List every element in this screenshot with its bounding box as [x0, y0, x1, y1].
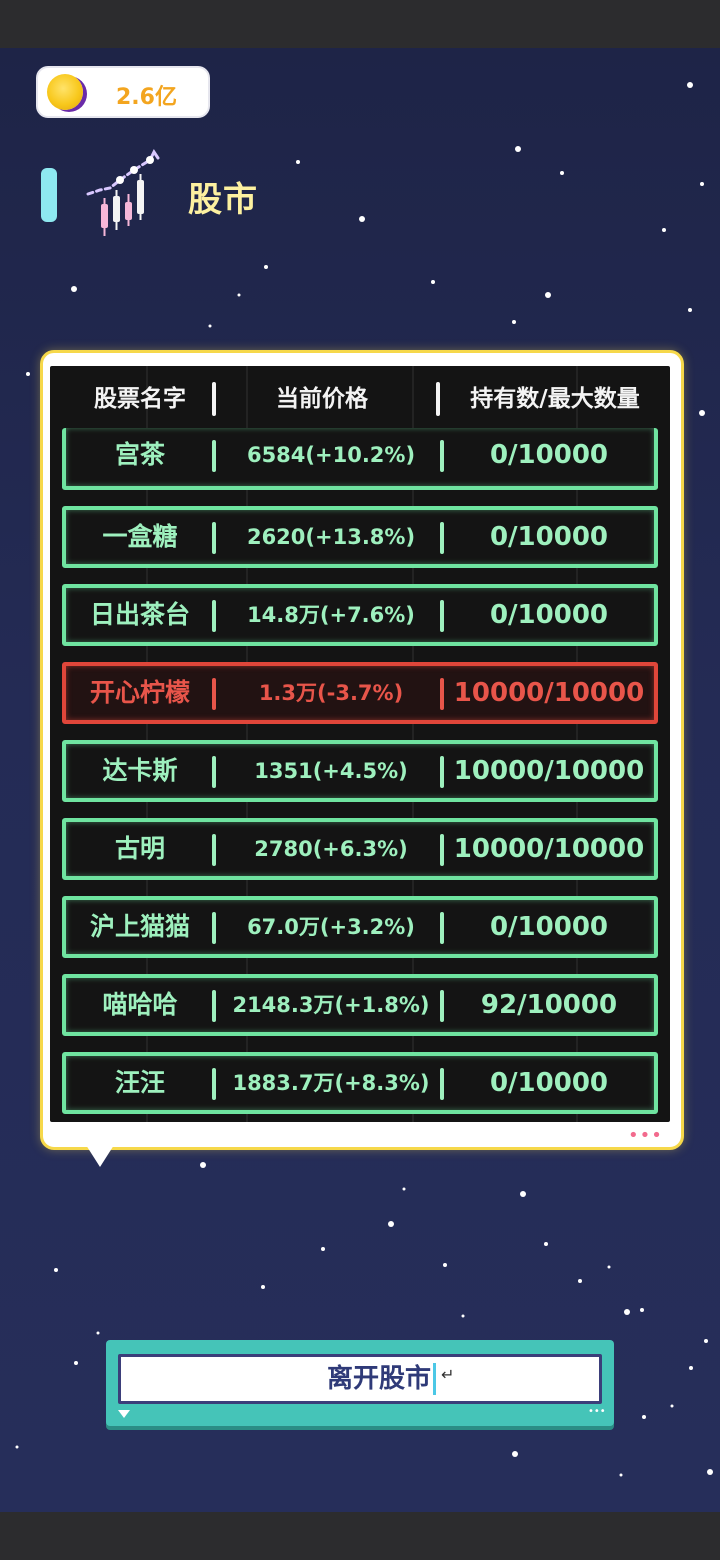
- header-separator: [436, 382, 440, 416]
- leave-market-button[interactable]: 离开股市 ↵: [118, 1354, 602, 1404]
- stock-name: 开心柠檬: [89, 678, 190, 707]
- stock-name: 一盒糖: [102, 522, 178, 551]
- cell-separator: [212, 1068, 216, 1100]
- stock-price: 1.3万(-3.7%): [258, 681, 404, 705]
- stock-name: 沪上猫猫: [89, 912, 190, 941]
- stock-holding: 0/10000: [489, 1068, 609, 1098]
- cell-separator: [212, 440, 216, 472]
- stock-row[interactable]: 汪汪 1883.7万(+8.3%) 0/10000: [62, 1052, 658, 1114]
- cell-separator: [212, 678, 216, 710]
- stock-row[interactable]: 沪上猫猫 67.0万(+3.2%) 0/10000: [62, 896, 658, 958]
- stock-holding: 0/10000: [489, 440, 609, 470]
- stock-row[interactable]: 日出茶台 14.8万(+7.6%) 0/10000: [62, 584, 658, 646]
- stock-price: 14.8万(+7.6%): [247, 603, 415, 627]
- stock-price: 67.0万(+3.2%): [247, 915, 415, 939]
- coin-balance-value: 2.6亿: [116, 85, 177, 110]
- stock-row[interactable]: 喵哈哈 2148.3万(+1.8%) 92/10000: [62, 974, 658, 1036]
- cell-separator: [212, 756, 216, 788]
- stock-price: 1883.7万(+8.3%): [232, 1071, 430, 1095]
- button-dots-icon: •••: [588, 1406, 606, 1417]
- enter-icon: ↵: [441, 1365, 455, 1384]
- cell-separator: [212, 834, 216, 866]
- stock-row[interactable]: 宫茶 6584(+10.2%) 0/10000: [62, 428, 658, 490]
- stock-row[interactable]: 达卡斯 1351(+4.5%) 10000/10000: [62, 740, 658, 802]
- cell-separator: [212, 600, 216, 632]
- stock-holding: 0/10000: [489, 912, 609, 942]
- stock-table: 股票名字 当前价格 持有数/最大数量 宫茶 6584(+10.2%) 0/10000…: [50, 366, 670, 1122]
- button-notch: [118, 1410, 130, 1418]
- stock-holding: 10000/10000: [453, 678, 645, 708]
- stock-price: 2148.3万(+1.8%): [232, 993, 430, 1017]
- stock-holding: 0/10000: [489, 522, 609, 552]
- header-separator: [212, 382, 216, 416]
- stock-price: 6584(+10.2%): [246, 443, 416, 467]
- stock-name: 喵哈哈: [102, 990, 178, 1019]
- panel-speech-tail: [86, 1145, 114, 1167]
- stock-holding: 10000/10000: [453, 834, 645, 864]
- stock-name: 汪汪: [114, 1068, 165, 1097]
- stock-row[interactable]: 开心柠檬 1.3万(-3.7%) 10000/10000: [62, 662, 658, 724]
- stock-price: 1351(+4.5%): [254, 759, 408, 783]
- stock-name: 达卡斯: [102, 756, 178, 785]
- stock-name: 宫茶: [114, 440, 165, 469]
- leave-button-frame: 离开股市 ↵ •••: [106, 1340, 614, 1426]
- column-header-holding: 持有数/最大数量: [470, 386, 640, 412]
- table-header: 股票名字 当前价格 持有数/最大数量: [50, 378, 670, 420]
- column-header-name: 股票名字: [94, 386, 186, 412]
- stock-price: 2620(+13.8%): [246, 525, 416, 549]
- stock-price: 2780(+6.3%): [254, 837, 408, 861]
- stock-name: 古明: [114, 834, 165, 863]
- stock-name: 日出茶台: [89, 600, 190, 629]
- candlestick-chart-icon: [86, 149, 160, 236]
- cell-separator: [212, 522, 216, 554]
- stock-row[interactable]: 古明 2780(+6.3%) 10000/10000: [62, 818, 658, 880]
- cell-separator: [212, 990, 216, 1022]
- title-accent-bar: [41, 168, 57, 222]
- cell-separator: [212, 912, 216, 944]
- stock-row[interactable]: 一盒糖 2620(+13.8%) 0/10000: [62, 506, 658, 568]
- leave-button-label: 离开股市: [326, 1364, 431, 1394]
- column-header-price: 当前价格: [276, 386, 368, 412]
- stock-holding: 10000/10000: [453, 756, 645, 786]
- gold-coin-icon: [47, 74, 83, 110]
- text-caret: [433, 1363, 436, 1395]
- stock-holding: 0/10000: [489, 600, 609, 630]
- game-screen: 2.6亿 股市 ••• 股票名字 当前价格 持有数/最大数量 宫茶 6584(+1…: [0, 48, 720, 1512]
- coin-balance-pill: 2.6亿: [36, 66, 210, 118]
- stock-holding: 92/10000: [480, 990, 618, 1020]
- page-title: 股市: [188, 180, 258, 220]
- more-dots-icon[interactable]: •••: [628, 1125, 663, 1146]
